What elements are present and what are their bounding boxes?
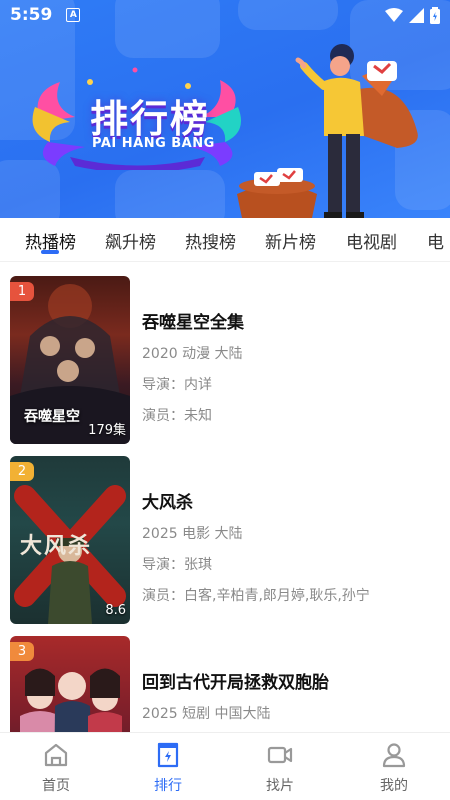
poster-title: 大风杀 <box>20 534 93 559</box>
list-item[interactable]: 3 回到古代开局拯救双胞胎 2025 短剧 中国大陆 <box>10 636 440 732</box>
poster-image[interactable]: 大风杀 2 8.6 <box>10 456 130 624</box>
battery-icon <box>430 6 440 24</box>
banner-title: 排行榜 <box>90 97 211 141</box>
tab-indicator <box>41 250 59 254</box>
rating-score: 8.6 <box>105 603 126 618</box>
nav-home-label: 首页 <box>42 778 70 794</box>
item-cast: 演员：白客,辛柏青,郎月婷,耿乐,孙宁 <box>142 588 370 604</box>
poster-title: 吞噬星空 <box>24 409 80 425</box>
tab-overflow[interactable]: 电 <box>427 228 444 253</box>
nav-ranking[interactable]: 排行 <box>112 733 224 800</box>
ranking-icon <box>157 742 179 768</box>
signal-icon <box>409 7 424 23</box>
nav-find-label: 找片 <box>266 778 294 794</box>
item-title[interactable]: 回到古代开局拯救双胞胎 <box>142 668 329 693</box>
item-info: 2025 短剧 中国大陆 <box>142 706 271 722</box>
rank-badge: 3 <box>10 642 34 661</box>
tab-rising[interactable]: 飙升榜 <box>105 228 156 253</box>
rank-badge: 1 <box>10 282 34 301</box>
video-icon <box>267 746 293 764</box>
nav-mine-label: 我的 <box>380 778 408 794</box>
episode-count: 179集 <box>88 423 126 438</box>
status-bar: 5:59 A <box>0 0 450 30</box>
app-screen: 5:59 A 排行榜 PAI HANG BANG 热播榜 飙升榜 热搜榜 新片榜… <box>0 0 450 800</box>
tab-hot-search[interactable]: 热搜榜 <box>185 228 236 253</box>
status-time: 5:59 <box>10 5 53 25</box>
list-item[interactable]: 吞噬星空 1 179集 吞噬星空全集 2020 动漫 大陆 导演：内详 演员：未… <box>10 276 440 444</box>
poster-image[interactable]: 3 <box>10 636 130 732</box>
nav-ranking-label: 排行 <box>154 778 182 794</box>
item-info: 2025 电影 大陆 <box>142 526 243 542</box>
wifi-icon <box>385 8 403 22</box>
item-cast: 演员：未知 <box>142 408 212 424</box>
poster-image[interactable]: 吞噬星空 1 179集 <box>10 276 130 444</box>
bottom-navigation: 首页 排行 找片 我的 <box>0 732 450 800</box>
list-item[interactable]: 大风杀 2 8.6 大风杀 2025 电影 大陆 导演：张琪 演员：白客,辛柏青… <box>10 456 440 624</box>
user-icon <box>382 743 406 768</box>
rank-badge: 2 <box>10 462 34 481</box>
item-director: 导演：张琪 <box>142 557 212 573</box>
status-icons <box>385 6 440 24</box>
item-director: 导演：内详 <box>142 377 212 393</box>
nav-mine[interactable]: 我的 <box>338 733 450 800</box>
tab-tv-series[interactable]: 电视剧 <box>346 228 397 253</box>
ranking-tabs: 热播榜 飙升榜 热搜榜 新片榜 电视剧 电 <box>0 218 450 262</box>
ranking-list: 吞噬星空 1 179集 吞噬星空全集 2020 动漫 大陆 导演：内详 演员：未… <box>0 262 450 732</box>
nav-home[interactable]: 首页 <box>0 733 112 800</box>
mascot-illustration <box>237 44 418 218</box>
nav-find[interactable]: 找片 <box>224 733 336 800</box>
item-title[interactable]: 吞噬星空全集 <box>142 308 244 333</box>
ranking-banner: 5:59 A 排行榜 PAI HANG BANG <box>0 0 450 218</box>
notification-a-icon: A <box>66 8 81 22</box>
item-title[interactable]: 大风杀 <box>142 488 193 513</box>
item-info: 2020 动漫 大陆 <box>142 346 243 362</box>
home-icon <box>44 743 68 767</box>
tab-new[interactable]: 新片榜 <box>265 228 316 253</box>
banner-subtitle: PAI HANG BANG <box>92 136 215 151</box>
